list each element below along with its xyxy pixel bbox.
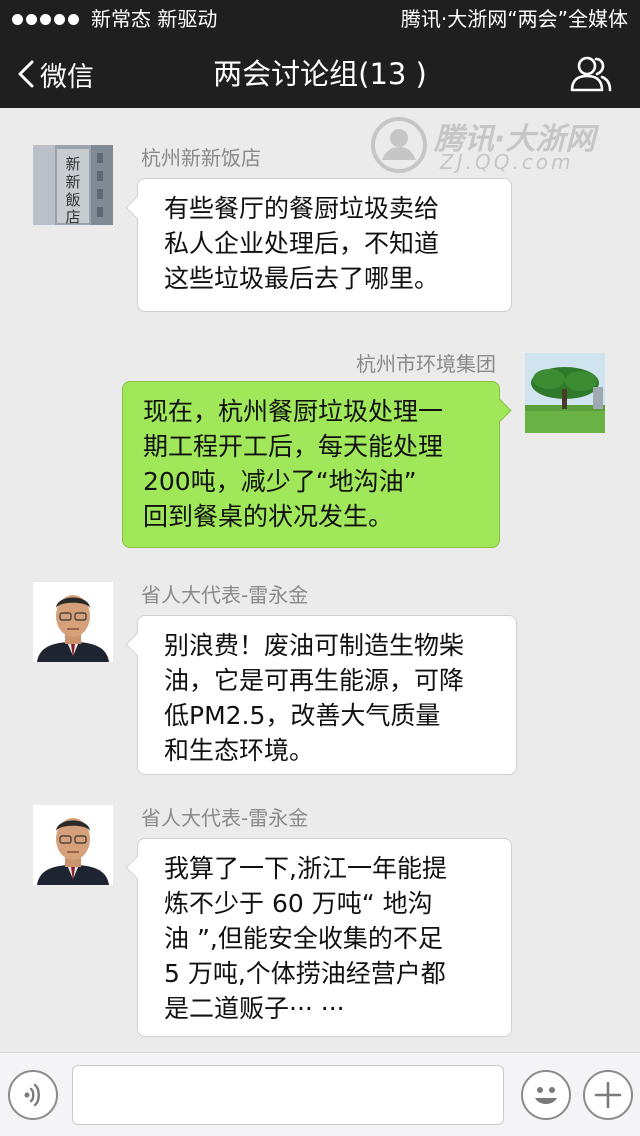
hotel-sign-image: 新 新 飯 店 <box>33 145 113 225</box>
svg-text:飯: 飯 <box>65 191 80 209</box>
svg-text:新: 新 <box>65 173 80 191</box>
message-bubble[interactable]: 我算了一下,浙江一年能提 炼不少于 60 万吨“ 地沟 油 ”,但能安全收集的不… <box>137 838 512 1037</box>
message-bubble[interactable]: 别浪费！废油可制造生物柴 油，它是可再生能源，可降 低PM2.5，改善大气质量 … <box>137 615 517 775</box>
avatar[interactable]: 新 新 飯 店 <box>33 145 113 225</box>
svg-text:新: 新 <box>65 155 80 173</box>
voice-icon <box>24 1083 40 1107</box>
group-info-icon[interactable] <box>570 55 612 93</box>
carrier-text: 新常态 新驱动 <box>91 7 218 31</box>
input-bar <box>0 1052 640 1136</box>
message-text: 有些餐厅的餐厨垃圾卖给 私人企业处理后，不知道 这些垃圾最后去了哪里。 <box>164 194 440 293</box>
plus-icon <box>594 1081 622 1109</box>
watermark: 腾讯·大浙网 ZJ.QQ.com <box>370 112 630 178</box>
status-left: 新常态 新驱动 <box>12 6 217 32</box>
sender-name: 省人大代表-雷永金 <box>141 806 309 830</box>
signal-icon <box>12 13 79 25</box>
message-text: 现在，杭州餐厨垃圾处理一 期工程开工后，每天能处理 200吨，减少了“地沟油” … <box>143 397 444 531</box>
voice-button[interactable] <box>8 1070 58 1120</box>
nav-bar: 微信 两会讨论组(13 ) <box>0 40 640 108</box>
avatar[interactable] <box>525 353 605 433</box>
message-bubble[interactable]: 有些餐厅的餐厨垃圾卖给 私人企业处理后，不知道 这些垃圾最后去了哪里。 <box>137 178 512 312</box>
status-right-text: 腾讯·大浙网“两会”全媒体 <box>400 7 628 31</box>
delegate-portrait-image <box>33 582 113 662</box>
message-bubble[interactable]: 现在，杭州餐厨垃圾处理一 期工程开工后，每天能处理 200吨，减少了“地沟油” … <box>122 381 500 548</box>
watermark-domain: ZJ.QQ.com <box>440 150 574 174</box>
sender-name: 省人大代表-雷永金 <box>141 583 309 607</box>
sender-name: 杭州市环境集团 <box>356 352 496 376</box>
svg-text:店: 店 <box>65 208 80 225</box>
add-button[interactable] <box>583 1070 633 1120</box>
avatar[interactable] <box>33 582 113 662</box>
status-bar: 新常态 新驱动 腾讯·大浙网“两会”全媒体 <box>0 0 640 40</box>
emoji-icon <box>535 1087 557 1104</box>
emoji-button[interactable] <box>521 1070 571 1120</box>
avatar[interactable] <box>33 805 113 885</box>
chat-title: 两会讨论组(13 ) <box>213 57 427 91</box>
tencent-logo-icon <box>371 117 427 173</box>
tree-landscape-image <box>525 353 605 433</box>
message-text: 别浪费！废油可制造生物柴 油，它是可再生能源，可降 低PM2.5，改善大气质量 … <box>164 631 465 765</box>
message-input[interactable] <box>72 1065 504 1125</box>
delegate-portrait-image <box>33 805 113 885</box>
message-text: 我算了一下,浙江一年能提 炼不少于 60 万吨“ 地沟 油 ”,但能安全收集的不… <box>164 854 447 1023</box>
sender-name: 杭州新新饭店 <box>141 146 261 170</box>
